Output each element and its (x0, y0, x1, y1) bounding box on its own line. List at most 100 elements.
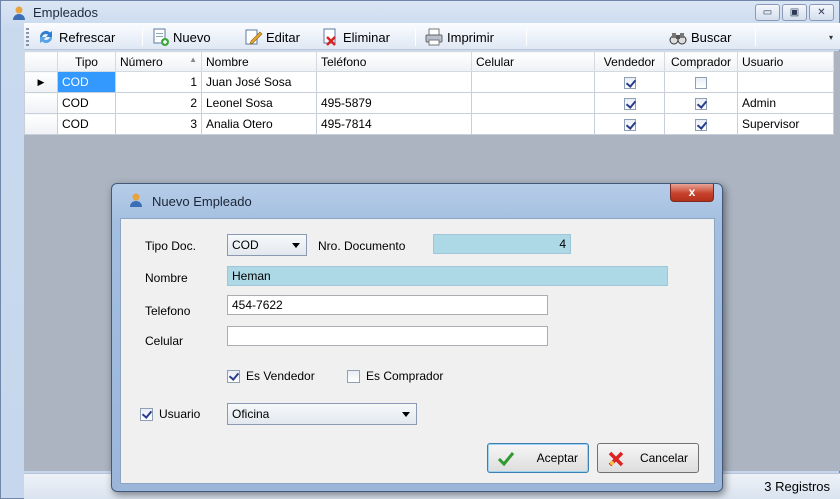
check-icon (497, 452, 515, 467)
cell-vendedor[interactable] (594, 113, 665, 135)
vendedor-checkbox[interactable] (623, 118, 636, 131)
celular-label: Celular (145, 334, 184, 348)
cell-vendedor[interactable] (594, 71, 665, 93)
print-button[interactable]: Imprimir (424, 26, 494, 48)
column-header[interactable]: Vendedor (594, 51, 665, 72)
cell-telefono[interactable]: 495-5879 (316, 92, 472, 114)
cell-numero[interactable]: 3 (115, 113, 202, 135)
cancel-icon (608, 451, 624, 467)
cell-usuario[interactable]: Supervisor (737, 113, 834, 135)
cell-celular[interactable] (471, 71, 595, 93)
comprador-checkbox[interactable] (695, 76, 707, 89)
delete-button[interactable]: Eliminar (320, 26, 390, 48)
column-header[interactable]: Comprador (664, 51, 738, 72)
cell-numero[interactable]: 1 (115, 71, 202, 93)
dialog-close-button[interactable]: x (670, 184, 714, 202)
column-header[interactable]: Celular (471, 51, 595, 72)
column-header[interactable]: Nombre (201, 51, 317, 72)
table-row[interactable]: ▶ COD 1 Juan José Sosa (24, 71, 834, 93)
toolbar-grip[interactable] (26, 28, 29, 46)
toolbar-separator (526, 28, 527, 46)
row-header[interactable] (24, 92, 58, 114)
cell-telefono[interactable]: 495-7814 (316, 113, 472, 135)
edit-button[interactable]: Editar (243, 26, 300, 48)
row-header-corner (24, 51, 58, 72)
cell-nombre[interactable]: Analia Otero (201, 113, 317, 135)
search-label: Buscar (691, 29, 732, 45)
column-header[interactable]: Número ▲ (115, 51, 202, 72)
nro-doc-label: Nro. Documento (318, 239, 406, 253)
toolbar-separator (142, 28, 143, 46)
chevron-down-icon (292, 243, 300, 248)
es-comprador-label: Es Comprador (366, 369, 444, 383)
toolbar-overflow-icon[interactable]: ▾ (829, 33, 833, 42)
cell-celular[interactable] (471, 113, 595, 135)
cell-celular[interactable] (471, 92, 595, 114)
chevron-down-icon (402, 412, 410, 417)
employees-grid[interactable]: Tipo Número ▲ Nombre Teléfono Celular Ven… (24, 51, 834, 135)
refresh-label: Refrescar (59, 29, 116, 45)
vendedor-checkbox[interactable] (623, 97, 636, 110)
user-icon (13, 6, 25, 20)
cell-vendedor[interactable] (594, 92, 665, 114)
print-label: Imprimir (447, 29, 494, 45)
usuario-select[interactable]: Oficina (227, 403, 417, 425)
window-title: Empleados (33, 5, 99, 20)
usuario-value: Oficina (232, 407, 270, 421)
cell-tipo[interactable]: COD (57, 71, 116, 93)
cell-nombre[interactable]: Leonel Sosa (201, 92, 317, 114)
cancel-button[interactable]: Cancelar (597, 443, 699, 473)
cell-numero[interactable]: 2 (115, 92, 202, 114)
toolbar-separator (755, 28, 756, 46)
checkbox-box[interactable] (227, 369, 240, 383)
cell-telefono[interactable] (316, 71, 472, 93)
user-icon (130, 193, 142, 207)
cell-comprador[interactable] (664, 92, 738, 114)
dialog-body: Tipo Doc. COD Nro. Documento 4 Nombre He… (120, 218, 715, 484)
delete-label: Eliminar (343, 29, 390, 45)
comprador-checkbox[interactable] (695, 97, 707, 110)
cell-comprador[interactable] (664, 113, 738, 135)
accept-button[interactable]: Aceptar (487, 443, 589, 473)
cell-tipo[interactable]: COD (57, 113, 116, 135)
column-header[interactable]: Tipo (57, 51, 116, 72)
table-row[interactable]: COD 2 Leonel Sosa 495-5879 Admin (24, 92, 834, 114)
delete-icon (323, 28, 336, 46)
checkbox-box[interactable] (140, 407, 153, 421)
cell-comprador[interactable] (664, 71, 738, 93)
column-header[interactable]: Teléfono (316, 51, 472, 72)
usuario-checkbox[interactable]: Usuario (140, 407, 200, 421)
toolbar-separator (415, 28, 416, 46)
tipo-doc-select[interactable]: COD (227, 234, 307, 256)
telefono-field[interactable]: 454-7622 (227, 295, 548, 315)
table-row[interactable]: COD 3 Analia Otero 495-7814 Supervisor (24, 113, 834, 135)
refresh-button[interactable]: Refrescar (36, 26, 115, 48)
minimize-button[interactable]: ▭ (755, 4, 780, 21)
cell-tipo[interactable]: COD (57, 92, 116, 114)
cell-usuario[interactable]: Admin (737, 92, 834, 114)
usuario-label: Usuario (159, 407, 201, 421)
close-button[interactable]: ✕ (809, 4, 834, 21)
cell-usuario[interactable] (737, 71, 834, 93)
celular-field[interactable] (227, 326, 548, 346)
new-employee-dialog: Nuevo Empleado x Tipo Doc. COD Nro. Docu… (111, 183, 723, 492)
nro-doc-field[interactable]: 4 (433, 234, 571, 254)
es-comprador-checkbox[interactable]: Es Comprador (347, 369, 443, 383)
checkbox-box[interactable] (347, 369, 360, 383)
record-count: 3 Registros (764, 479, 830, 494)
maximize-button[interactable]: ▣ (782, 4, 807, 21)
new-button[interactable]: Nuevo (150, 26, 211, 48)
cell-nombre[interactable]: Juan José Sosa (201, 71, 317, 93)
vendedor-checkbox[interactable] (623, 76, 636, 89)
new-label: Nuevo (173, 29, 211, 45)
search-button[interactable]: Buscar (668, 26, 731, 48)
sort-ascending-icon: ▲ (189, 54, 197, 64)
column-header[interactable]: Usuario (737, 51, 834, 72)
current-row-indicator[interactable]: ▶ (24, 71, 58, 93)
comprador-checkbox[interactable] (695, 118, 707, 131)
grid-header-row: Tipo Número ▲ Nombre Teléfono Celular Ven… (24, 51, 834, 72)
nombre-field[interactable]: Heman (227, 266, 668, 286)
row-header[interactable] (24, 113, 58, 135)
tipo-doc-value: COD (232, 238, 259, 252)
es-vendedor-checkbox[interactable]: Es Vendedor (227, 369, 315, 383)
